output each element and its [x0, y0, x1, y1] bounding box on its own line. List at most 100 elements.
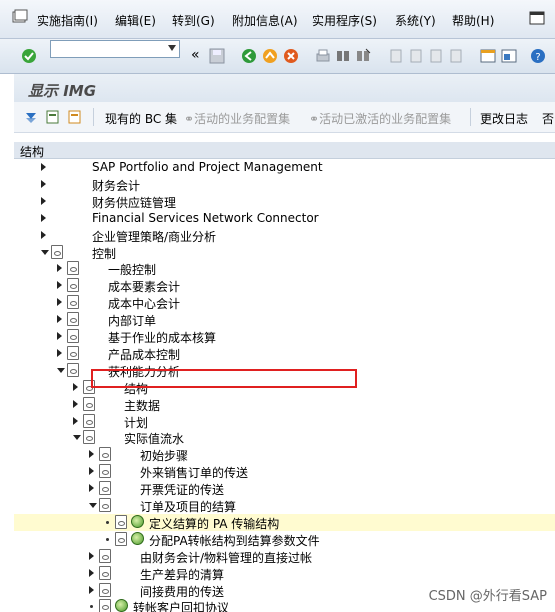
- first-page-icon[interactable]: [387, 48, 403, 64]
- collapsed-arrow-icon[interactable]: [89, 467, 94, 476]
- menu-utilities[interactable]: 实用程序(S): [312, 12, 377, 29]
- next-page-icon[interactable]: [427, 48, 443, 64]
- documentation-icon[interactable]: [83, 413, 95, 428]
- menu-guide[interactable]: 实施指南(I): [37, 12, 98, 29]
- documentation-icon[interactable]: [67, 312, 79, 327]
- documentation-icon[interactable]: [99, 498, 111, 512]
- tree-node[interactable]: Financial Services Network Connector: [14, 210, 555, 227]
- tree-node[interactable]: 财务供应链管理: [14, 193, 555, 210]
- documentation-icon[interactable]: [51, 244, 63, 259]
- collapsed-arrow-icon[interactable]: [57, 348, 62, 357]
- tree-node[interactable]: 开票凭证的传送: [14, 480, 555, 497]
- documentation-icon[interactable]: [67, 345, 79, 360]
- collapsed-arrow-icon[interactable]: [89, 450, 94, 459]
- tree-node[interactable]: 初始步骤: [14, 446, 555, 463]
- collapsed-arrow-icon[interactable]: [57, 281, 62, 290]
- tree-node[interactable]: 计划: [14, 413, 555, 430]
- previous-page-icon[interactable]: [407, 48, 423, 64]
- change-log-button[interactable]: 更改日志: [480, 110, 528, 127]
- collapsed-arrow-icon[interactable]: [89, 551, 94, 560]
- find-icon[interactable]: [335, 48, 351, 64]
- new-session-icon[interactable]: [480, 48, 496, 64]
- collapsed-arrow-icon[interactable]: [89, 568, 94, 577]
- tree-node[interactable]: 由财务会计/物料管理的直接过帐: [14, 548, 555, 565]
- release-notes-icon[interactable]: [68, 110, 82, 124]
- tree-node[interactable]: 实际值流水: [14, 429, 555, 446]
- collapsed-arrow-icon[interactable]: [41, 196, 46, 205]
- expanded-arrow-icon[interactable]: [57, 367, 65, 373]
- cancel-icon[interactable]: [283, 48, 299, 64]
- documentation-icon[interactable]: [67, 278, 79, 293]
- tree-node[interactable]: 内部订单: [14, 311, 555, 328]
- documentation-icon[interactable]: [99, 599, 111, 612]
- expanded-arrow-icon[interactable]: [41, 249, 49, 255]
- truncated-button[interactable]: 否: [542, 110, 554, 127]
- existing-bc-sets-button[interactable]: 现有的 BC 集: [105, 110, 177, 127]
- collapsed-arrow-icon[interactable]: [41, 163, 46, 171]
- menu-help[interactable]: 帮助(H): [452, 12, 494, 29]
- documentation-icon[interactable]: [115, 514, 127, 529]
- collapsed-arrow-icon[interactable]: [57, 298, 62, 307]
- tree-node[interactable]: 产品成本控制: [14, 345, 555, 362]
- tree-node[interactable]: 基于作业的成本核算: [14, 328, 555, 345]
- shortcut-icon[interactable]: [501, 48, 517, 64]
- menu-extras[interactable]: 附加信息(A): [232, 12, 298, 29]
- execute-icon[interactable]: [131, 531, 144, 545]
- menu-edit[interactable]: 编辑(E): [115, 12, 156, 29]
- documentation-icon[interactable]: [83, 430, 95, 445]
- documentation-icon[interactable]: [99, 464, 111, 479]
- chevron-down-icon[interactable]: [168, 45, 176, 51]
- collapsed-arrow-icon[interactable]: [73, 399, 78, 408]
- documentation-icon[interactable]: [99, 548, 111, 563]
- tree-node[interactable]: 外来销售订单的传送: [14, 463, 555, 480]
- tree-node[interactable]: 生产差异的清算: [14, 565, 555, 582]
- execute-icon[interactable]: [131, 514, 144, 528]
- documentation-icon[interactable]: [83, 396, 95, 411]
- collapsed-arrow-icon[interactable]: [73, 382, 78, 391]
- execute-icon[interactable]: [115, 599, 128, 612]
- tree-node[interactable]: 财务会计: [14, 176, 555, 193]
- tree-node[interactable]: 定义结算的 PA 传输结构: [14, 513, 555, 531]
- collapsed-arrow-icon[interactable]: [57, 332, 62, 340]
- collapsed-arrow-icon[interactable]: [89, 585, 94, 594]
- expanded-arrow-icon[interactable]: [73, 435, 81, 441]
- documentation-icon[interactable]: [99, 582, 111, 597]
- documentation-icon[interactable]: [67, 261, 79, 276]
- tree-node[interactable]: 成本要素会计: [14, 277, 555, 294]
- tree-node[interactable]: 企业管理策略/商业分析: [14, 227, 555, 244]
- collapsed-arrow-icon[interactable]: [41, 230, 46, 239]
- window-icon[interactable]: [529, 11, 545, 25]
- documentation-icon[interactable]: [99, 481, 111, 496]
- documentation-icon[interactable]: [99, 565, 111, 580]
- expanded-arrow-icon[interactable]: [89, 503, 97, 508]
- collapsed-arrow-icon[interactable]: [73, 416, 78, 425]
- menu-system[interactable]: 系统(Y): [395, 12, 436, 29]
- documentation-icon[interactable]: [46, 110, 60, 124]
- tree-node[interactable]: SAP Portfolio and Project Management: [14, 159, 555, 176]
- documentation-icon[interactable]: [67, 329, 79, 343]
- tree-node[interactable]: 订单及项目的结算: [14, 497, 555, 514]
- activated-bc-set-button[interactable]: ⚭活动已激活的业务配置集: [309, 110, 451, 127]
- collapsed-arrow-icon[interactable]: [41, 213, 46, 222]
- help-icon[interactable]: ?: [530, 48, 546, 64]
- documentation-icon[interactable]: [99, 447, 111, 462]
- menu-goto[interactable]: 转到(G): [172, 12, 215, 29]
- exit-icon[interactable]: [262, 48, 278, 64]
- activate-bc-set-button[interactable]: ⚭活动的业务配置集: [184, 110, 290, 127]
- expand-all-icon[interactable]: [24, 110, 38, 124]
- last-page-icon[interactable]: [447, 48, 463, 64]
- tree-node[interactable]: 控制: [14, 244, 555, 261]
- tree-node[interactable]: 主数据: [14, 396, 555, 413]
- documentation-icon[interactable]: [67, 295, 79, 310]
- tree-node[interactable]: 成本中心会计: [14, 294, 555, 311]
- back-icon[interactable]: [241, 48, 257, 64]
- enter-icon[interactable]: [21, 48, 37, 64]
- print-icon[interactable]: [315, 48, 331, 64]
- collapse-icon[interactable]: «: [191, 47, 200, 63]
- tree-node[interactable]: 分配PA转帐结构到结算参数文件: [14, 531, 555, 548]
- collapsed-arrow-icon[interactable]: [41, 179, 46, 188]
- collapsed-arrow-icon[interactable]: [89, 484, 94, 493]
- tree-node[interactable]: 一般控制: [14, 260, 555, 277]
- documentation-icon[interactable]: [115, 531, 127, 546]
- find-next-icon[interactable]: [355, 48, 371, 64]
